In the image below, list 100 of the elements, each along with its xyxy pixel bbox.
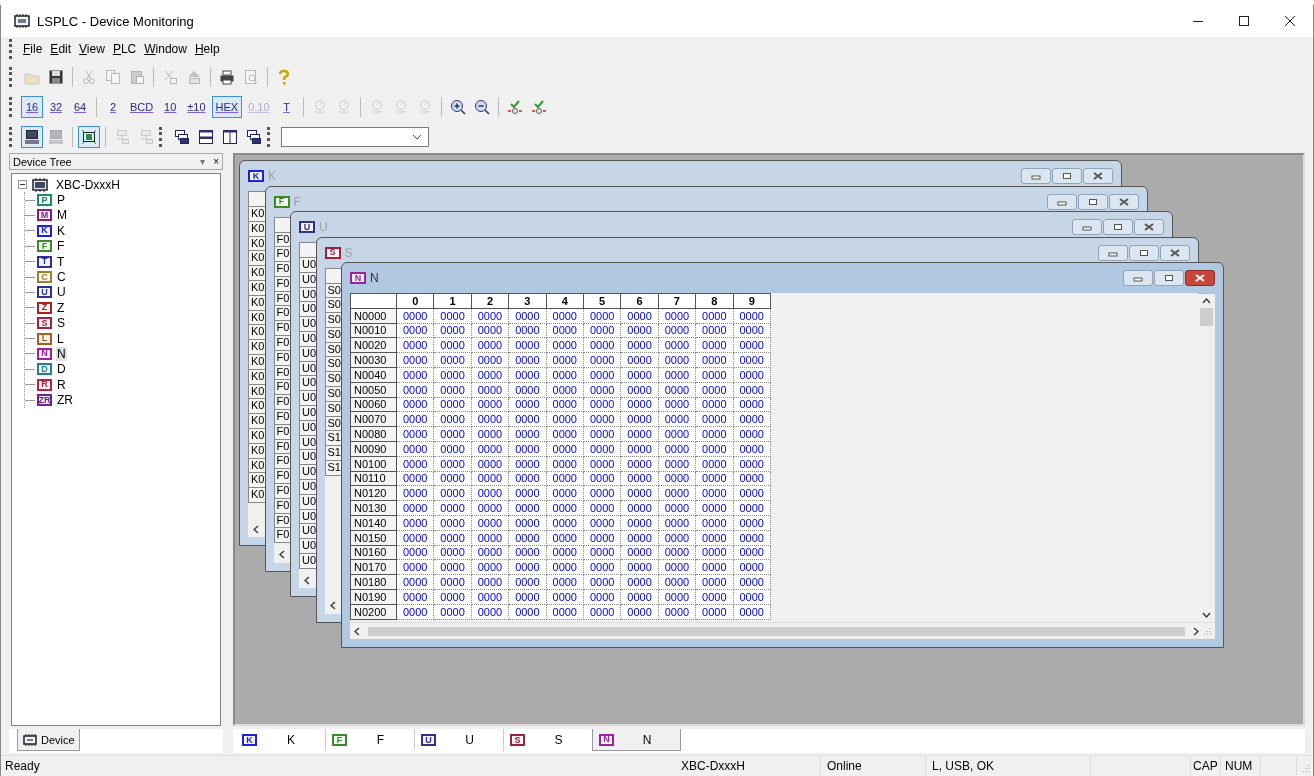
value-cell[interactable]: 0000 <box>546 323 584 338</box>
menu-item[interactable]: View <box>75 40 109 58</box>
menu-item[interactable]: Window <box>140 40 191 58</box>
close-button[interactable] <box>1108 193 1139 210</box>
value-cell[interactable]: 0000 <box>471 323 509 338</box>
value-cell[interactable]: 0000 <box>733 367 771 383</box>
format-button[interactable]: BCD <box>126 96 158 118</box>
value-cell[interactable]: 0000 <box>396 545 434 560</box>
tree-item[interactable]: C <box>56 270 67 285</box>
format-button[interactable]: 10 <box>159 96 182 118</box>
value-cell[interactable]: 0000 <box>733 382 771 398</box>
value-cell[interactable]: 0000 <box>658 471 696 486</box>
value-cell[interactable]: 0000 <box>583 382 621 398</box>
value-cell[interactable]: 0000 <box>471 441 509 457</box>
tree-item[interactable]: XBC-DxxxH <box>55 177 121 192</box>
value-cell[interactable]: 0000 <box>546 456 584 472</box>
value-cell[interactable]: 0000 <box>583 604 621 620</box>
value-cell[interactable]: 0000 <box>471 545 509 560</box>
tree-item[interactable]: S <box>56 316 66 331</box>
tree-item[interactable]: D <box>56 362 67 377</box>
monitor-button[interactable] <box>21 126 43 148</box>
value-cell[interactable]: 0000 <box>471 456 509 472</box>
value-cell[interactable]: 0000 <box>396 367 434 383</box>
value-cell[interactable]: 0000 <box>733 530 771 546</box>
value-cell[interactable]: 0000 <box>733 441 771 457</box>
tree-item[interactable]: L <box>56 331 65 346</box>
value-cell[interactable]: 0000 <box>733 515 771 531</box>
value-cell[interactable]: 0000 <box>733 471 771 486</box>
value-cell[interactable]: 0000 <box>658 323 696 338</box>
close-button[interactable] <box>1134 219 1164 235</box>
tree-item[interactable]: U <box>56 285 67 300</box>
value-cell[interactable]: 0000 <box>733 604 771 620</box>
tree-item[interactable]: K <box>56 223 66 238</box>
value-cell[interactable]: 0000 <box>658 604 696 620</box>
value-cell[interactable]: 0000 <box>733 545 771 560</box>
value-cell[interactable]: 0000 <box>658 545 696 560</box>
close-button[interactable]: × <box>213 156 219 167</box>
value-cell[interactable]: 0000 <box>583 323 621 338</box>
value-cell[interactable]: 0000 <box>658 397 696 412</box>
menu-item[interactable]: Help <box>190 40 224 58</box>
value-cell[interactable]: 0000 <box>733 323 771 338</box>
chip-button[interactable] <box>78 126 100 148</box>
value-cell[interactable]: 0000 <box>471 515 509 531</box>
dropdown-field[interactable] <box>281 127 429 147</box>
value-cell[interactable]: 0000 <box>546 471 584 486</box>
value-cell[interactable]: 0000 <box>658 589 696 605</box>
restore-button[interactable] <box>1052 168 1082 184</box>
value-cell[interactable]: 0000 <box>583 456 621 472</box>
horizontal-scrollbar[interactable] <box>350 622 1215 639</box>
value-cell[interactable]: 0000 <box>471 367 509 383</box>
value-cell[interactable]: 0000 <box>733 589 771 605</box>
tree-item[interactable]: ZR <box>56 393 74 408</box>
value-cell[interactable]: 0000 <box>471 604 509 620</box>
restore-button[interactable] <box>1154 270 1184 286</box>
tree-item[interactable]: R <box>56 377 67 392</box>
value-cell[interactable]: 0000 <box>583 367 621 383</box>
value-cell[interactable]: 0000 <box>658 441 696 457</box>
value-cell[interactable]: 0000 <box>396 471 434 486</box>
value-cell[interactable]: 0000 <box>658 456 696 472</box>
tree-item[interactable]: Z <box>56 300 66 315</box>
value-cell[interactable]: 0000 <box>471 589 509 605</box>
close-button[interactable] <box>1083 168 1113 184</box>
value-cell[interactable]: 0000 <box>471 530 509 546</box>
value-cell[interactable]: 0000 <box>733 397 771 412</box>
value-cell[interactable]: 0000 <box>396 604 434 620</box>
restore-button[interactable] <box>1128 244 1159 261</box>
panel-tab[interactable]: Device <box>17 729 80 751</box>
tree-item[interactable]: T <box>56 254 66 269</box>
value-cell[interactable]: 0000 <box>471 397 509 412</box>
value-cell[interactable]: 0000 <box>396 441 434 457</box>
menu-item[interactable]: Edit <box>46 40 76 58</box>
value-cell[interactable]: 0000 <box>546 545 584 560</box>
value-cell[interactable]: 0000 <box>396 456 434 472</box>
value-cell[interactable]: 0000 <box>396 397 434 412</box>
value-cell[interactable]: 0000 <box>546 530 584 546</box>
value-cell[interactable]: 0000 <box>583 589 621 605</box>
value-cell[interactable]: 0000 <box>396 530 434 546</box>
value-cell[interactable]: 0000 <box>546 589 584 605</box>
tree-item[interactable]: M <box>56 208 68 223</box>
value-cell[interactable]: 0000 <box>733 456 771 472</box>
value-cell[interactable]: 0000 <box>583 471 621 486</box>
format-button[interactable]: ±10 <box>183 96 210 118</box>
window-tab[interactable]: F F <box>325 729 414 751</box>
tree-item[interactable]: N <box>56 347 67 361</box>
close-button[interactable] <box>1185 270 1215 286</box>
value-cell[interactable]: 0000 <box>396 515 434 531</box>
value-cell[interactable]: 0000 <box>658 515 696 531</box>
value-cell[interactable]: 0000 <box>546 382 584 398</box>
format-button[interactable]: 32 <box>45 96 67 118</box>
menu-item[interactable]: PLC <box>108 40 141 58</box>
scroll-thumb[interactable] <box>368 626 1185 636</box>
value-cell[interactable]: 0000 <box>658 367 696 383</box>
pin-button[interactable]: ▾ <box>200 156 206 167</box>
value-cell[interactable]: 0000 <box>658 382 696 398</box>
restore-button[interactable] <box>1103 219 1133 235</box>
value-cell[interactable]: 0000 <box>546 367 584 383</box>
value-cell[interactable]: 0000 <box>583 397 621 412</box>
value-cell[interactable]: 0000 <box>546 441 584 457</box>
value-cell[interactable]: 0000 <box>583 441 621 457</box>
collapse-button[interactable] <box>18 180 27 190</box>
